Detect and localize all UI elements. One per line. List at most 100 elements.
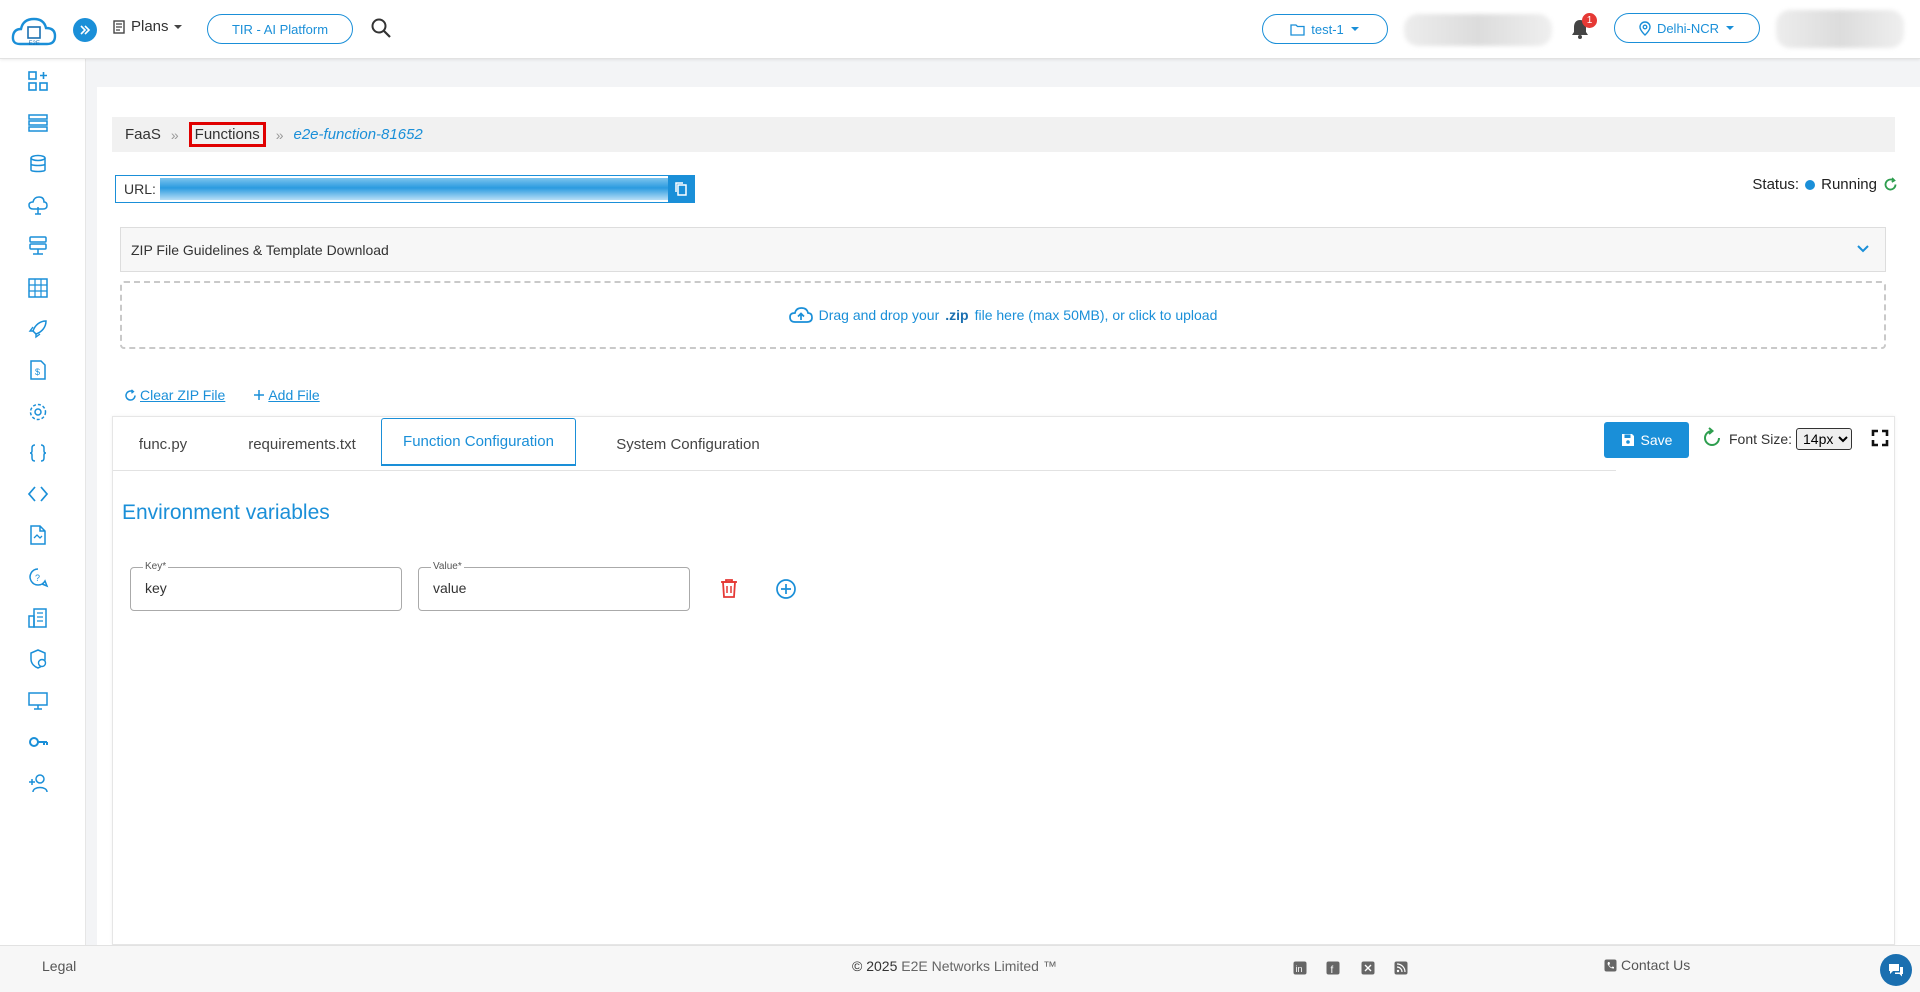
font-size-select[interactable]: 14px: [1796, 428, 1852, 450]
required-mark: *: [457, 561, 462, 572]
curly-braces-icon[interactable]: [25, 440, 51, 466]
chat-bubble-icon[interactable]: [1880, 954, 1912, 986]
table-grid-icon[interactable]: [25, 275, 51, 301]
add-file-label: Add File: [268, 387, 320, 403]
key-icon[interactable]: [25, 729, 51, 755]
function-status: Status: Running: [1752, 176, 1898, 193]
region-selector[interactable]: Delhi-NCR: [1614, 13, 1760, 43]
breadcrumb-current-function: e2e-function-81652: [293, 126, 423, 143]
redacted-user-menu[interactable]: [1776, 10, 1904, 48]
code-icon[interactable]: [25, 481, 51, 507]
svg-text:?: ?: [35, 573, 40, 583]
dashboard-icon[interactable]: [25, 68, 51, 94]
env-value-label-text: Value: [433, 561, 458, 572]
floppy-disk-icon: [1621, 434, 1634, 446]
caret-down-icon: [173, 24, 182, 29]
phone-icon: [1604, 959, 1617, 971]
x-twitter-icon[interactable]: [1361, 961, 1375, 975]
footer-copyright: © 2025 E2E Networks Limited ™: [852, 958, 1057, 974]
svg-text:f: f: [1331, 965, 1334, 975]
cloud-upload-icon: [788, 307, 813, 323]
database-icon[interactable]: [25, 151, 51, 177]
shield-user-icon[interactable]: [25, 646, 51, 672]
editor-tabs: func.py requirements.txt Function Config…: [113, 417, 1616, 471]
url-value-redacted[interactable]: [159, 178, 668, 200]
env-key-label-text: Key: [145, 561, 163, 572]
zip-dropzone[interactable]: Drag and drop your .zip file here (max 5…: [120, 281, 1886, 349]
storage-icon[interactable]: [25, 233, 51, 259]
chat-help-icon[interactable]: ?: [25, 564, 51, 590]
tab-func-py[interactable]: func.py: [113, 417, 213, 471]
svg-text:$: $: [35, 367, 40, 377]
copy-icon[interactable]: [668, 175, 694, 203]
refresh-icon: [125, 388, 136, 401]
refresh-icon[interactable]: [1883, 177, 1898, 192]
save-button[interactable]: Save: [1604, 422, 1689, 458]
e2e-logo[interactable]: E2E: [10, 14, 58, 48]
sidebar: $ ?: [0, 59, 86, 945]
accordion-title: ZIP File Guidelines & Template Download: [131, 241, 389, 258]
footer-legal-link[interactable]: Legal: [42, 958, 76, 974]
breadcrumb: FaaS » Functions » e2e-function-81652: [112, 117, 1895, 152]
search-icon[interactable]: [370, 17, 394, 41]
platform-switch-button[interactable]: TIR - AI Platform: [207, 14, 353, 44]
copyright-year: © 2025: [852, 958, 898, 974]
add-user-icon[interactable]: [25, 770, 51, 796]
redacted-account-info: [1404, 14, 1552, 46]
add-circle-icon[interactable]: [775, 578, 797, 600]
gear-icon[interactable]: [25, 399, 51, 425]
top-bar: E2E Plans TIR - AI Platform test-1 1 Del…: [0, 0, 1920, 59]
tab-system-configuration[interactable]: System Configuration: [583, 417, 793, 471]
folder-icon: [1290, 23, 1305, 36]
env-key-label: Key*: [143, 561, 169, 572]
region-label: Delhi-NCR: [1656, 20, 1720, 36]
env-value-input[interactable]: [433, 580, 673, 596]
chevron-down-icon: [1857, 245, 1869, 253]
add-file-button[interactable]: Add File: [253, 387, 320, 403]
trash-icon[interactable]: [720, 578, 742, 600]
breadcrumb-faas[interactable]: FaaS: [125, 126, 161, 143]
file-actions: Clear ZIP File Add File: [124, 387, 320, 403]
caret-down-icon: [1350, 27, 1359, 31]
cloud-upload-icon[interactable]: [25, 192, 51, 218]
status-dot: [1805, 179, 1816, 190]
expand-sidebar-button[interactable]: [73, 18, 97, 42]
breadcrumb-functions[interactable]: Functions: [188, 122, 266, 147]
document-icon[interactable]: [25, 522, 51, 548]
caret-down-icon: [1726, 26, 1735, 30]
font-size-label: Font Size:: [1729, 431, 1793, 447]
fullscreen-icon[interactable]: [1871, 429, 1891, 449]
location-pin-icon: [1639, 20, 1651, 36]
tab-function-configuration[interactable]: Function Configuration: [381, 418, 576, 466]
env-key-input[interactable]: [145, 580, 385, 596]
rocket-icon[interactable]: [25, 316, 51, 342]
rss-icon[interactable]: [1394, 961, 1408, 975]
building-icon[interactable]: [25, 605, 51, 631]
nodes-icon[interactable]: [25, 110, 51, 136]
plans-menu[interactable]: Plans: [111, 18, 183, 35]
notification-badge: 1: [1582, 13, 1597, 28]
monitor-icon[interactable]: [25, 688, 51, 714]
project-label: test-1: [1311, 21, 1344, 37]
required-mark: *: [162, 561, 167, 572]
dropzone-text-before: Drag and drop your: [818, 307, 940, 323]
reset-icon[interactable]: [1701, 427, 1725, 451]
clear-zip-button[interactable]: Clear ZIP File: [124, 387, 225, 403]
svg-text:in: in: [1296, 964, 1303, 974]
status-label: Status:: [1752, 176, 1800, 193]
footer: Legal © 2025 E2E Networks Limited ™ in f…: [0, 945, 1920, 992]
facebook-icon[interactable]: f: [1326, 961, 1340, 975]
tab-requirements[interactable]: requirements.txt: [223, 417, 381, 471]
svg-text:E2E: E2E: [29, 41, 40, 47]
billing-icon[interactable]: $: [25, 357, 51, 383]
env-value-field: Value*: [418, 561, 690, 611]
breadcrumb-separator: »: [170, 126, 179, 143]
function-editor: func.py requirements.txt Function Config…: [112, 416, 1895, 945]
platform-label: TIR - AI Platform: [231, 21, 329, 37]
contact-us-link[interactable]: Contact Us: [1604, 957, 1690, 973]
dropzone-text-after: file here (max 50MB), or click to upload: [974, 307, 1218, 323]
linkedin-icon[interactable]: in: [1293, 961, 1307, 975]
project-selector[interactable]: test-1: [1262, 14, 1388, 44]
zip-guidelines-accordion[interactable]: ZIP File Guidelines & Template Download: [120, 227, 1886, 272]
plus-icon: [254, 390, 265, 400]
